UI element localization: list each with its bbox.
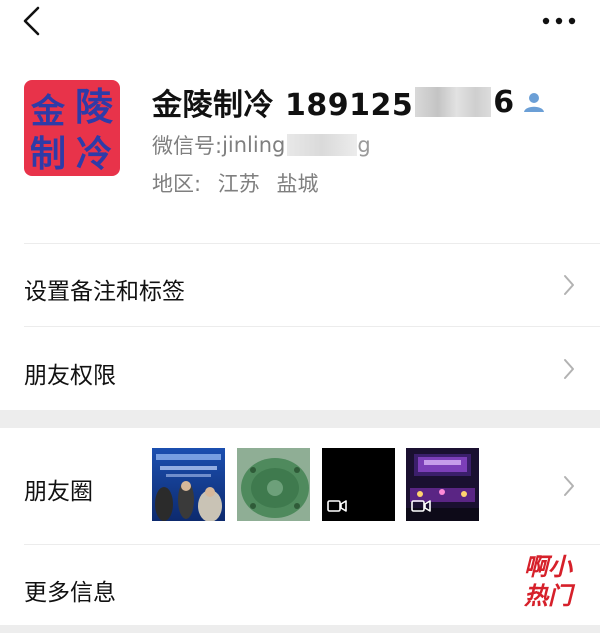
watermark-line-2: 热门 [523,582,576,608]
watermark-line-1: 啊小 [524,553,573,581]
moments-label: 朋友圈 [24,479,93,505]
profile-header: 金 陵 制 冷 金陵制冷 189125 6 微信号: jinling g 地区:… [0,60,600,242]
moments-thumbnail-stage[interactable] [406,448,479,521]
remark-and-tags-cell[interactable]: 设置备注和标签 [0,244,600,326]
avatar-image: 金 陵 制 冷 [24,80,120,176]
avatar[interactable]: 金 陵 制 冷 [24,80,120,176]
region-label: 地区: [152,172,202,196]
video-thumbnail-image [322,448,395,521]
wechat-id-suffix: g [357,133,371,157]
more-horizontal-icon [542,17,576,25]
wechat-id-row: 微信号: jinling g [152,130,371,160]
back-button[interactable] [18,4,48,38]
more-button[interactable] [538,8,580,34]
friend-permissions-cell[interactable]: 朋友权限 [0,327,600,410]
stage-video-image [406,448,479,521]
region-province: 江苏 [217,172,260,196]
friend-permissions-label: 朋友权限 [24,363,116,389]
remark-and-tags-label: 设置备注和标签 [24,279,185,305]
watermark-image: 啊小 热门 [523,553,576,610]
chevron-left-icon [23,6,40,36]
section-gap [0,410,600,428]
chevron-right-icon [564,275,574,295]
top-bar [0,0,600,48]
chevron-right-icon [564,359,574,379]
region-city: 盐城 [276,172,319,196]
moments-thumbnail-event[interactable] [152,448,225,521]
name-redaction-mask [415,87,492,117]
contact-name-suffix: 6 [493,84,515,120]
chevron-right-icon [564,476,574,496]
moments-thumbnail-product[interactable] [237,448,310,521]
bottom-gap [0,625,600,633]
wechat-id-value: jinling [222,133,286,157]
watermark-logo: 啊小 热门 [508,550,588,610]
more-info-label: 更多信息 [24,580,116,606]
moments-thumbnail-video[interactable] [322,448,395,521]
contact-name: 金陵制冷 189125 [152,88,414,123]
person-icon [524,93,545,112]
product-photo-image [237,448,310,521]
wechat-id-label: 微信号: [152,134,223,158]
contact-name-row: 金陵制冷 189125 6 [152,80,546,124]
wechat-id-redaction-mask [287,134,358,156]
avatar-char-2: 陵 [75,85,113,129]
event-photo-image [152,448,225,521]
avatar-char-1: 金 [30,92,66,132]
region-row: 地区: 江苏 盐城 [152,168,318,198]
avatar-char-4: 冷 [76,134,112,175]
avatar-char-3: 制 [30,134,66,175]
